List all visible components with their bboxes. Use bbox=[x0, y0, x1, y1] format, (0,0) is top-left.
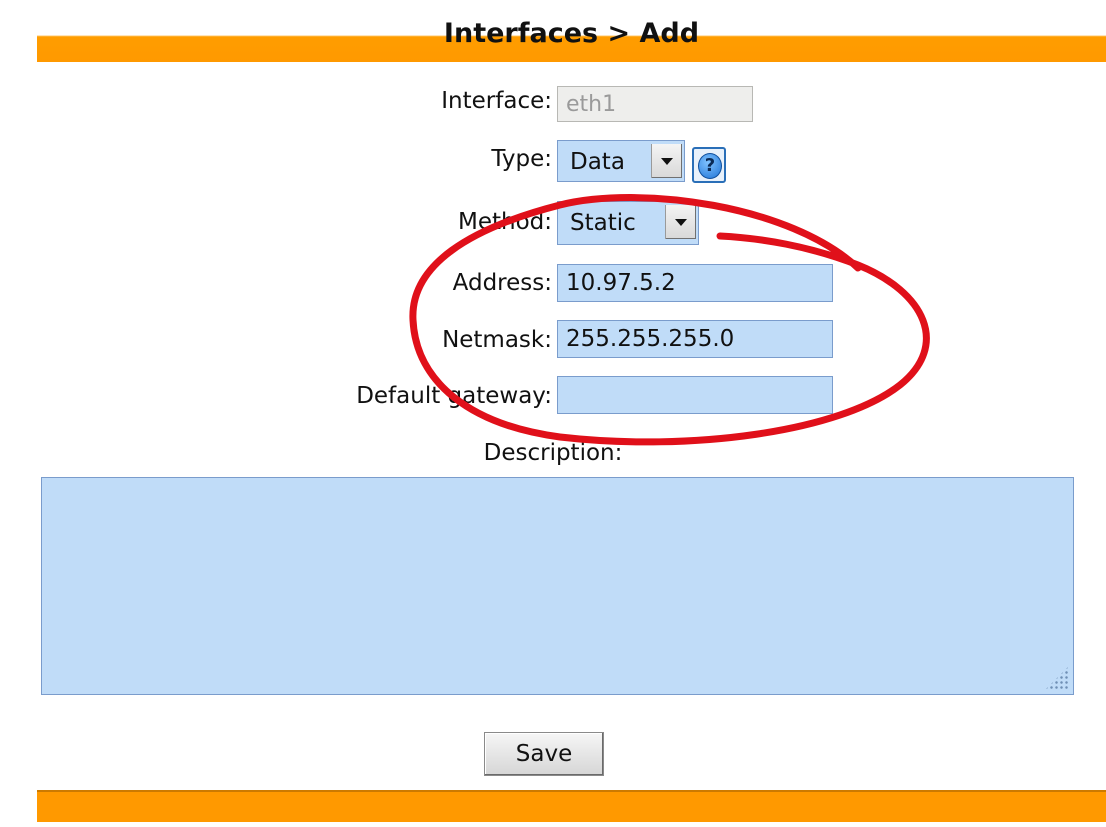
chevron-down-icon[interactable] bbox=[665, 205, 696, 239]
netmask-label: Netmask: bbox=[442, 327, 552, 353]
type-select-value: Data bbox=[570, 149, 625, 175]
netmask-input[interactable]: 255.255.255.0 bbox=[557, 320, 833, 358]
chevron-down-icon[interactable] bbox=[651, 144, 682, 178]
footer-bar bbox=[37, 790, 1106, 822]
default-gateway-label: Default gateway: bbox=[356, 383, 552, 409]
save-button[interactable]: Save bbox=[484, 732, 604, 776]
page-title: Interfaces > Add bbox=[443, 18, 700, 49]
default-gateway-input[interactable] bbox=[557, 376, 833, 414]
method-select[interactable]: Static bbox=[557, 201, 699, 245]
interface-label: Interface: bbox=[441, 88, 552, 114]
interfaces-add-page: Interfaces > Add Interface: eth1 Type: D… bbox=[0, 0, 1106, 827]
address-label: Address: bbox=[452, 270, 552, 296]
interface-input: eth1 bbox=[557, 86, 753, 122]
annotation-ellipse bbox=[409, 194, 930, 446]
help-icon[interactable]: ? bbox=[692, 147, 726, 183]
type-select[interactable]: Data bbox=[557, 140, 685, 182]
type-label: Type: bbox=[491, 146, 552, 172]
question-mark-icon: ? bbox=[698, 153, 722, 179]
header-bar: Interfaces > Add bbox=[37, 2, 1106, 62]
address-input[interactable]: 10.97.5.2 bbox=[557, 264, 833, 302]
description-label: Description: bbox=[483, 440, 623, 466]
description-textarea[interactable] bbox=[41, 477, 1074, 695]
method-select-value: Static bbox=[570, 210, 636, 236]
resize-grip-icon[interactable] bbox=[1044, 665, 1070, 691]
method-label: Method: bbox=[457, 209, 552, 235]
